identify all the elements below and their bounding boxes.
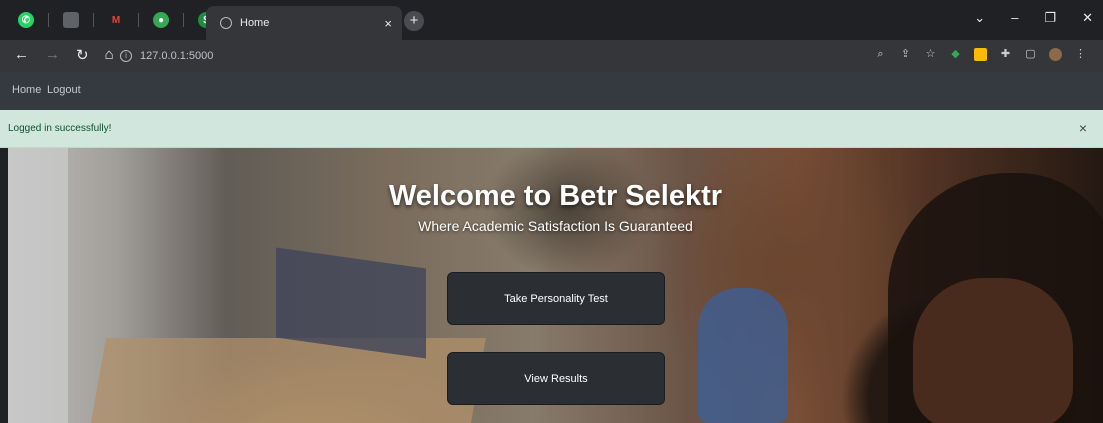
success-alert: Logged in successfully! × — [0, 110, 1103, 148]
bookmark-star-icon[interactable]: ☆ — [924, 48, 937, 61]
extension-yellow-icon[interactable] — [974, 48, 987, 61]
view-results-button[interactable]: View Results — [447, 352, 665, 405]
close-window-icon[interactable]: ✕ — [1082, 10, 1093, 26]
alert-message: Logged in successfully! — [8, 123, 112, 134]
back-icon[interactable]: ← — [14, 46, 29, 64]
app-icon[interactable] — [63, 12, 79, 28]
address-bar[interactable]: i 127.0.0.1:5000 — [120, 44, 860, 68]
menu-kebab-icon[interactable]: ⋮ — [1074, 48, 1087, 61]
nav-buttons: ← → ↻ ⌂ — [14, 46, 114, 64]
share-icon[interactable]: ⇪ — [899, 48, 912, 61]
tab-home[interactable]: Home × — [206, 6, 402, 40]
tab-separator — [183, 13, 184, 27]
extension-green-icon[interactable]: ◆ — [949, 48, 962, 61]
profile-avatar-icon[interactable] — [1049, 48, 1062, 61]
tab-separator — [93, 13, 94, 27]
hero-subtitle: Where Academic Satisfaction Is Guarantee… — [418, 218, 693, 234]
close-tab-icon[interactable]: × — [384, 16, 392, 31]
gmail-icon[interactable]: M — [108, 12, 124, 28]
forward-icon[interactable]: → — [45, 46, 60, 64]
alert-close-icon[interactable]: × — [1079, 120, 1087, 136]
nav-link-logout[interactable]: Logout — [47, 84, 81, 96]
tab-search-icon[interactable]: ⌄ — [974, 10, 985, 26]
toolbar-actions: ⌕ ⇪ ☆ ◆ ✚ ▢ ⋮ — [874, 48, 1087, 61]
browser-toolbar: ← → ↻ ⌂ i 127.0.0.1:5000 ⌕ ⇪ ☆ ◆ ✚ ▢ ⋮ — [0, 40, 1103, 72]
home-icon[interactable]: ⌂ — [105, 46, 114, 64]
meet-icon[interactable]: ● — [153, 12, 169, 28]
info-icon[interactable]: i — [120, 50, 132, 62]
window-controls: ⌄ – ❐ ✕ — [974, 10, 1093, 26]
reload-icon[interactable]: ↻ — [76, 46, 89, 64]
restore-icon[interactable]: ❐ — [1044, 10, 1056, 26]
minimize-icon[interactable]: – — [1011, 10, 1018, 26]
tab-title: Home — [240, 17, 270, 29]
take-personality-test-button[interactable]: Take Personality Test — [447, 272, 665, 325]
hero-title: Welcome to Betr Selektr — [388, 180, 723, 212]
url-text[interactable]: 127.0.0.1:5000 — [140, 50, 213, 62]
zoom-icon[interactable]: ⌕ — [874, 48, 887, 61]
browser-tab-strip: ✆ M ● $ ◉ Home × + ⌄ – ❐ ✕ — [0, 0, 1103, 40]
site-navbar: Home Logout — [0, 72, 1103, 110]
new-tab-button[interactable]: + — [404, 11, 424, 31]
tab-separator — [48, 13, 49, 27]
extensions-puzzle-icon[interactable]: ✚ — [999, 48, 1012, 61]
whatsapp-icon[interactable]: ✆ — [18, 12, 34, 28]
nav-link-home[interactable]: Home — [12, 84, 41, 96]
hero-section: Welcome to Betr Selektr Where Academic S… — [8, 148, 1103, 423]
globe-icon — [220, 17, 232, 29]
sidepanel-icon[interactable]: ▢ — [1024, 48, 1037, 61]
tab-separator — [138, 13, 139, 27]
